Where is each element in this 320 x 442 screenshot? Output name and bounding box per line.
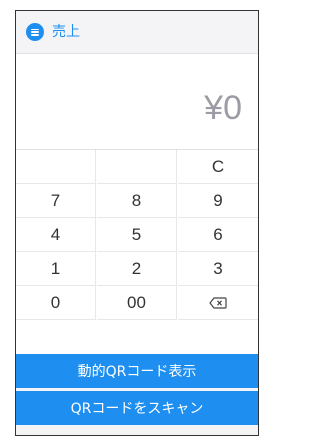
scan-qr-button[interactable]: QRコードをスキャン	[16, 391, 258, 425]
clear-key[interactable]: C	[178, 150, 258, 184]
backspace-key[interactable]	[178, 286, 258, 320]
key-2[interactable]: 2	[97, 252, 177, 286]
key-4[interactable]: 4	[16, 218, 96, 252]
key-7[interactable]: 7	[16, 184, 96, 218]
amount-display: ¥0	[16, 53, 258, 150]
key-5[interactable]: 5	[97, 218, 177, 252]
dynamic-qr-button[interactable]: 動的QRコード表示	[16, 354, 258, 388]
key-6[interactable]: 6	[178, 218, 258, 252]
key-empty-middle	[97, 150, 177, 184]
backspace-icon	[209, 296, 227, 309]
header: 売上	[16, 11, 258, 53]
key-3[interactable]: 3	[178, 252, 258, 286]
page-title: 売上	[52, 24, 80, 40]
app-frame: 売上 ¥0 C 7 8 9 4 5 6 1 2 3 0 00 動的QRコード表示…	[15, 10, 259, 436]
key-00[interactable]: 00	[97, 286, 177, 320]
key-empty-left	[16, 150, 96, 184]
key-1[interactable]: 1	[16, 252, 96, 286]
amount-value: ¥0	[204, 89, 242, 127]
menu-icon[interactable]	[26, 23, 44, 41]
key-8[interactable]: 8	[97, 184, 177, 218]
keypad: C 7 8 9 4 5 6 1 2 3 0 00	[16, 149, 258, 356]
key-0[interactable]: 0	[16, 286, 96, 320]
key-9[interactable]: 9	[178, 184, 258, 218]
